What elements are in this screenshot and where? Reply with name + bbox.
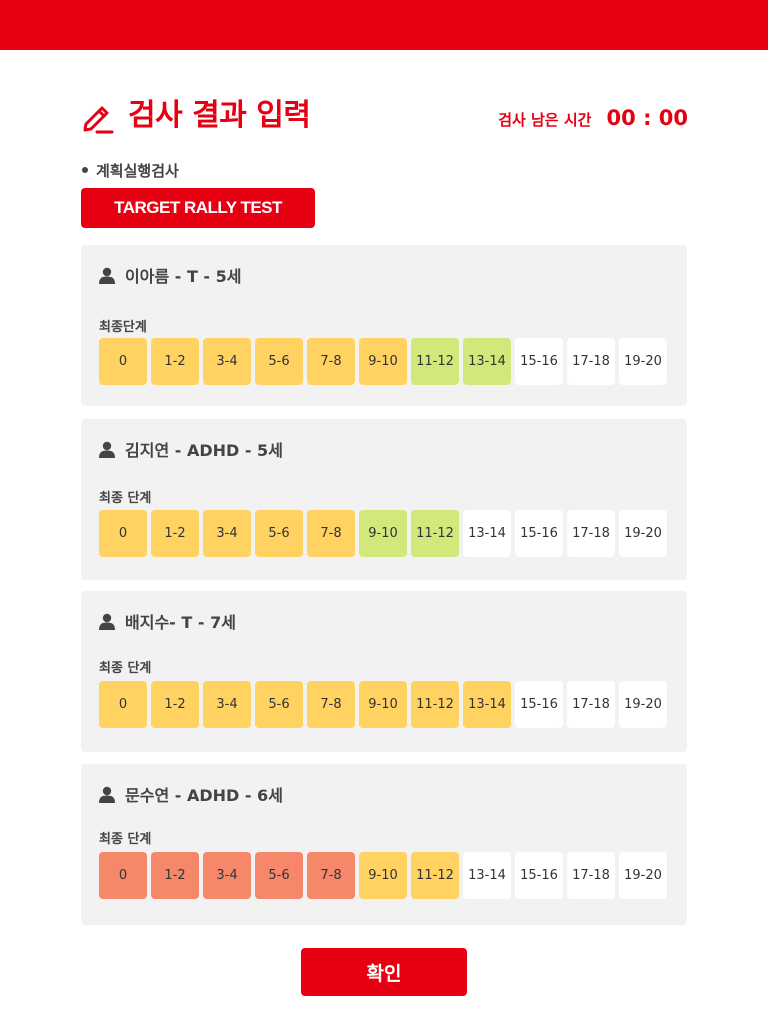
final-stage-label: 최종 단계 [99, 661, 152, 676]
result-card: 문수연 - ADHD - 6세 최종 단계 0 1-2 3-4 5-6 7-8 9-10 1… [81, 764, 687, 925]
level-button[interactable]: 1-2 [151, 852, 199, 899]
timer-label: 검사 남은 시간 [498, 111, 592, 129]
level-button[interactable]: 19-20 [619, 681, 667, 728]
level-button[interactable]: 7-8 [307, 338, 355, 385]
timer-value: 00 : 00 [606, 106, 688, 130]
test-name-button[interactable]: TARGET RALLY TEST [81, 188, 315, 228]
level-button[interactable]: 5-6 [255, 852, 303, 899]
level-row: 0 1-2 3-4 5-6 7-8 9-10 11-12 13-14 15-16 17-18 19-… [99, 510, 667, 557]
level-row: 0 1-2 3-4 5-6 7-8 9-10 11-12 13-14 15-16 17-18 19-… [99, 852, 667, 899]
level-button[interactable]: 15-16 [515, 510, 563, 557]
level-button[interactable]: 0 [99, 681, 147, 728]
person-name: 배지수- T - 7세 [125, 613, 236, 632]
level-button[interactable]: 15-16 [515, 681, 563, 728]
level-button[interactable]: 11-12 [411, 852, 459, 899]
level-button[interactable]: 17-18 [567, 338, 615, 385]
level-button[interactable]: 17-18 [567, 681, 615, 728]
person-name: 문수연 - ADHD - 6세 [125, 786, 283, 805]
level-button[interactable]: 13-14 [463, 852, 511, 899]
level-button[interactable]: 5-6 [255, 510, 303, 557]
pencil-icon [83, 106, 114, 134]
confirm-button[interactable]: 확인 [301, 948, 467, 996]
level-row: 0 1-2 3-4 5-6 7-8 9-10 11-12 13-14 15-16 17-18 19-… [99, 681, 667, 728]
level-button[interactable]: 3-4 [203, 681, 251, 728]
person-header: 이아름 - T - 5세 [99, 267, 242, 287]
level-button[interactable]: 7-8 [307, 510, 355, 557]
level-button[interactable]: 5-6 [255, 338, 303, 385]
level-button[interactable]: 15-16 [515, 852, 563, 899]
final-stage-label: 최종 단계 [99, 491, 152, 506]
level-button[interactable]: 15-16 [515, 338, 563, 385]
level-button[interactable]: 3-4 [203, 852, 251, 899]
level-button[interactable]: 7-8 [307, 681, 355, 728]
person-header: 배지수- T - 7세 [99, 613, 236, 633]
level-button[interactable]: 11-12 [411, 510, 459, 557]
level-button[interactable]: 9-10 [359, 681, 407, 728]
page-title: 검사 결과 입력 [128, 98, 311, 133]
level-button[interactable]: 17-18 [567, 852, 615, 899]
final-stage-label: 최종 단계 [99, 832, 152, 847]
level-button[interactable]: 11-12 [411, 338, 459, 385]
user-icon [99, 267, 115, 284]
remaining-time: 검사 남은 시간 00 : 00 [498, 104, 688, 134]
person-header: 문수연 - ADHD - 6세 [99, 786, 283, 806]
level-button[interactable]: 19-20 [619, 852, 667, 899]
level-button[interactable]: 1-2 [151, 510, 199, 557]
level-button[interactable]: 17-18 [567, 510, 615, 557]
level-button[interactable]: 3-4 [203, 510, 251, 557]
level-button[interactable]: 1-2 [151, 681, 199, 728]
level-button[interactable]: 0 [99, 510, 147, 557]
title-row: 검사 결과 입력 검사 남은 시간 00 : 00 [80, 96, 688, 140]
level-button[interactable]: 3-4 [203, 338, 251, 385]
section-label-text: 계획실행검사 [96, 162, 179, 180]
level-button[interactable]: 13-14 [463, 338, 511, 385]
level-button[interactable]: 9-10 [359, 852, 407, 899]
user-icon [99, 786, 115, 803]
result-card: 이아름 - T - 5세 최종단계 0 1-2 3-4 5-6 7-8 9-10 11-12… [81, 245, 687, 406]
person-name: 김지연 - ADHD - 5세 [125, 441, 283, 460]
level-button[interactable]: 13-14 [463, 510, 511, 557]
level-button[interactable]: 19-20 [619, 510, 667, 557]
result-card: 배지수- T - 7세 최종 단계 0 1-2 3-4 5-6 7-8 9-10 11-12… [81, 591, 687, 752]
level-button[interactable]: 13-14 [463, 681, 511, 728]
person-header: 김지연 - ADHD - 5세 [99, 441, 283, 461]
level-button[interactable]: 11-12 [411, 681, 459, 728]
person-name: 이아름 - T - 5세 [125, 267, 242, 286]
level-row: 0 1-2 3-4 5-6 7-8 9-10 11-12 13-14 15-16 17-18 19-… [99, 338, 667, 385]
level-button[interactable]: 9-10 [359, 510, 407, 557]
user-icon [99, 613, 115, 630]
level-button[interactable]: 0 [99, 338, 147, 385]
final-stage-label: 최종단계 [99, 320, 147, 335]
level-button[interactable]: 7-8 [307, 852, 355, 899]
level-button[interactable]: 9-10 [359, 338, 407, 385]
level-button[interactable]: 5-6 [255, 681, 303, 728]
level-button[interactable]: 0 [99, 852, 147, 899]
bullet-icon [82, 166, 88, 173]
level-button[interactable]: 19-20 [619, 338, 667, 385]
top-bar [0, 0, 768, 50]
level-button[interactable]: 1-2 [151, 338, 199, 385]
section-label: 계획실행검사 [82, 160, 179, 182]
result-card: 김지연 - ADHD - 5세 최종 단계 0 1-2 3-4 5-6 7-8 9-10 1… [81, 419, 687, 580]
user-icon [99, 441, 115, 458]
